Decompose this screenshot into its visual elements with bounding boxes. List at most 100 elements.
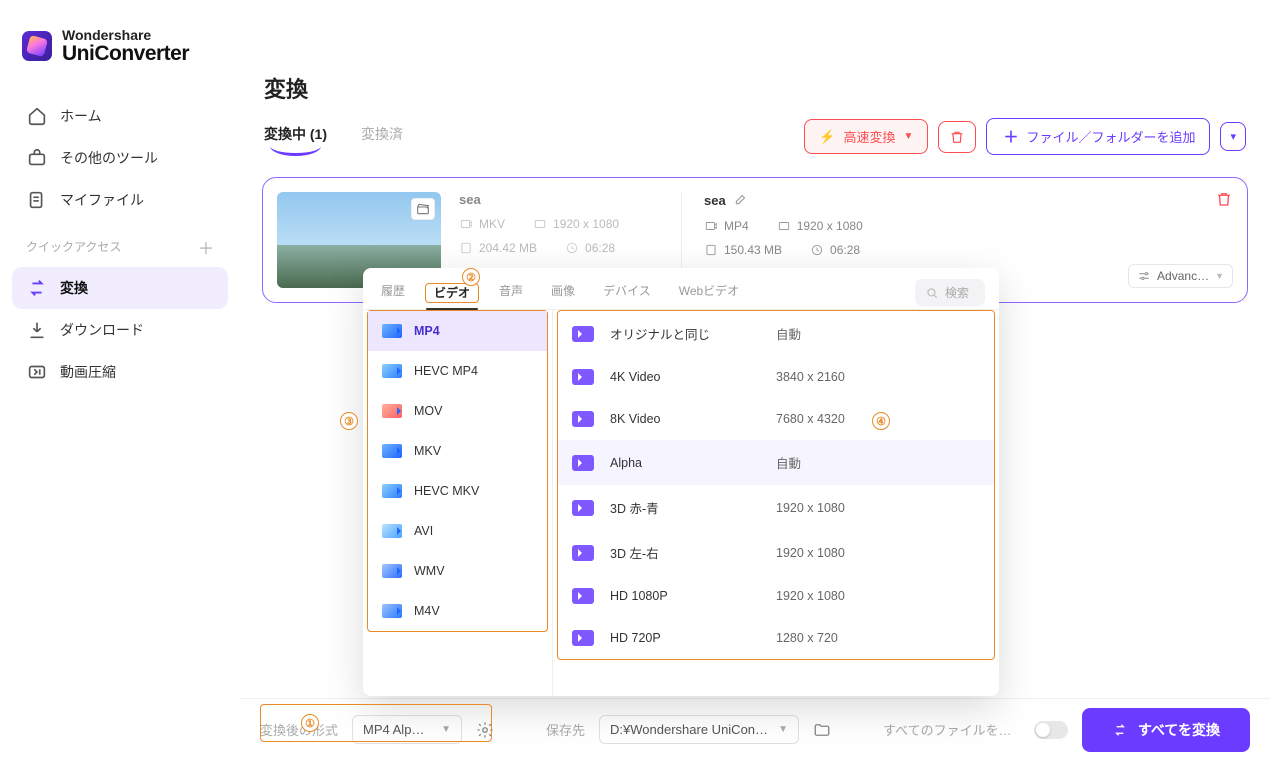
popover-tab-history[interactable]: 履歴 xyxy=(377,276,409,309)
resolution-icon xyxy=(572,411,594,427)
format-icon xyxy=(382,524,402,538)
resolution-item[interactable]: オリジナルと同じ自動 xyxy=(558,311,994,356)
sliders-icon xyxy=(1137,269,1151,283)
output-size: 150.43 MB xyxy=(704,243,782,257)
resolution-icon xyxy=(572,545,594,561)
popover-tab-audio[interactable]: 音声 xyxy=(495,276,527,309)
high-speed-button[interactable]: ⚡ 高速変換 ▼ xyxy=(804,119,928,154)
sidebar-item-other-tools[interactable]: その他のツール xyxy=(12,137,228,179)
tab-label: 変換中 xyxy=(264,126,306,142)
source-resolution: 1920 x 1080 xyxy=(533,217,619,231)
tab-converted[interactable]: 変換済 xyxy=(361,124,403,150)
convert-all-label: すべてを変換 xyxy=(1138,720,1220,740)
sidebar-item-convert[interactable]: 変換 xyxy=(12,267,228,309)
subheader: 変換中 (1) 変換済 ⚡ 高速変換 ▼ ＋ ファイル／フォルダーを追加 ▾ xyxy=(240,118,1270,159)
page-title: 変換 xyxy=(240,0,1270,118)
chevron-down-icon: ▼ xyxy=(441,724,451,735)
popover-tab-device[interactable]: デバイス xyxy=(599,276,655,309)
delete-all-button[interactable] xyxy=(938,121,976,153)
resolution-icon xyxy=(572,588,594,604)
format-item-avi[interactable]: AVI xyxy=(368,511,547,551)
resolution-list: オリジナルと同じ自動 4K Video3840 x 2160 8K Video7… xyxy=(553,310,999,696)
format-item-hevc-mkv[interactable]: HEVC MKV xyxy=(368,471,547,511)
format-settings-icon[interactable] xyxy=(476,721,494,739)
format-icon xyxy=(382,604,402,618)
popover-tab-image[interactable]: 画像 xyxy=(547,276,579,309)
home-icon xyxy=(26,105,48,127)
format-item-hevc-mp4[interactable]: HEVC MP4 xyxy=(368,351,547,391)
resolution-icon xyxy=(572,326,594,342)
sidebar-item-label: その他のツール xyxy=(60,148,158,168)
tab-converting[interactable]: 変換中 (1) xyxy=(264,124,327,150)
resolution-item[interactable]: HD 1080P1920 x 1080 xyxy=(558,575,994,617)
format-item-mkv[interactable]: MKV xyxy=(368,431,547,471)
resolution-item[interactable]: 8K Video7680 x 4320 xyxy=(558,398,994,440)
advance-settings-button[interactable]: Advanc… ▼ xyxy=(1128,264,1233,288)
add-quick-access-icon[interactable]: ＋ xyxy=(198,235,214,259)
sidebar-item-compress[interactable]: 動画圧縮 xyxy=(12,351,228,393)
sidebar-item-label: ホーム xyxy=(60,106,102,126)
sidebar-item-label: マイファイル xyxy=(60,190,144,210)
convert-all-button[interactable]: すべてを変換 xyxy=(1082,708,1250,752)
format-item-m4v[interactable]: M4V xyxy=(368,591,547,631)
delete-file-icon[interactable] xyxy=(1215,190,1233,213)
header-actions: ⚡ 高速変換 ▼ ＋ ファイル／フォルダーを追加 ▾ xyxy=(804,118,1246,155)
resolution-item[interactable]: Alpha自動 xyxy=(558,440,994,485)
add-file-dropdown[interactable]: ▾ xyxy=(1220,122,1246,151)
sidebar-group-quick-access: クイックアクセス ＋ xyxy=(12,221,228,267)
output-format-select[interactable]: MP4 Alp… ▼ xyxy=(352,715,462,744)
format-item-wmv[interactable]: WMV xyxy=(368,551,547,591)
edit-filename-icon[interactable] xyxy=(734,192,748,209)
sidebar-item-home[interactable]: ホーム xyxy=(12,95,228,137)
merge-toggle[interactable] xyxy=(1034,721,1068,739)
resolution-icon xyxy=(572,369,594,385)
sidebar-item-my-files[interactable]: マイファイル xyxy=(12,179,228,221)
merge-label: すべてのファイルを… xyxy=(883,720,1012,739)
callout-4: ④ xyxy=(872,412,890,430)
callout-2: ② xyxy=(462,268,480,286)
resolution-item[interactable]: 4K Video3840 x 2160 xyxy=(558,356,994,398)
convert-icon xyxy=(26,277,48,299)
output-format-value: MP4 Alp… xyxy=(363,722,424,737)
tab-count: (1) xyxy=(310,126,327,142)
convert-icon xyxy=(1112,722,1128,738)
add-file-label: ファイル／フォルダーを追加 xyxy=(1026,127,1195,146)
output-format: MP4 xyxy=(704,219,749,233)
resolution-icon xyxy=(572,455,594,471)
source-format: MKV xyxy=(459,217,505,231)
chevron-down-icon: ▾ xyxy=(1230,130,1236,143)
resolution-item[interactable]: 3D 赤-青1920 x 1080 xyxy=(558,485,994,530)
open-folder-icon[interactable] xyxy=(813,721,831,739)
sidebar-item-download[interactable]: ダウンロード xyxy=(12,309,228,351)
callout-1: ① xyxy=(301,714,319,732)
nav: ホーム その他のツール マイファイル クイックアクセス ＋ 変換 ダウンロード … xyxy=(0,95,240,393)
output-format-label: 変換後の形式 xyxy=(260,720,338,739)
chevron-down-icon: ▼ xyxy=(904,131,914,142)
source-duration: 06:28 xyxy=(565,241,615,255)
brand-line2: UniConverter xyxy=(62,43,189,65)
save-to-select[interactable]: D:¥Wondershare UniCon… ▼ xyxy=(599,715,799,744)
format-item-mov[interactable]: MOV xyxy=(368,391,547,431)
bottom-bar: 変換後の形式 MP4 Alp… ▼ 保存先 D:¥Wondershare Uni… xyxy=(240,698,1270,760)
download-icon xyxy=(26,319,48,341)
brand-line1: Wondershare xyxy=(62,28,189,43)
output-duration: 06:28 xyxy=(810,243,860,257)
popover-tab-web[interactable]: Webビデオ xyxy=(675,276,743,309)
resolution-item[interactable]: 3D 左-右1920 x 1080 xyxy=(558,530,994,575)
resolution-icon xyxy=(572,630,594,646)
save-to-value: D:¥Wondershare UniCon… xyxy=(610,722,768,737)
format-item-mp4[interactable]: MP4 xyxy=(368,311,547,351)
add-file-button[interactable]: ＋ ファイル／フォルダーを追加 xyxy=(986,118,1210,155)
format-search-input[interactable]: 検索 xyxy=(915,279,985,306)
format-list: MP4 HEVC MP4 MOV MKV HEVC MKV AVI WMV M4… xyxy=(363,310,553,696)
format-icon xyxy=(382,444,402,458)
resolution-icon xyxy=(572,500,594,516)
bolt-icon: ⚡ xyxy=(819,129,835,145)
popover-tabs: 履歴 ビデオ 音声 画像 デバイス Webビデオ 検索 xyxy=(363,268,999,310)
search-icon xyxy=(925,286,939,300)
sidebar-item-label: ダウンロード xyxy=(60,320,144,340)
tabs: 変換中 (1) 変換済 xyxy=(264,124,403,150)
chevron-down-icon: ▼ xyxy=(778,724,788,735)
resolution-item[interactable]: HD 720P1280 x 720 xyxy=(558,617,994,659)
format-icon xyxy=(382,364,402,378)
